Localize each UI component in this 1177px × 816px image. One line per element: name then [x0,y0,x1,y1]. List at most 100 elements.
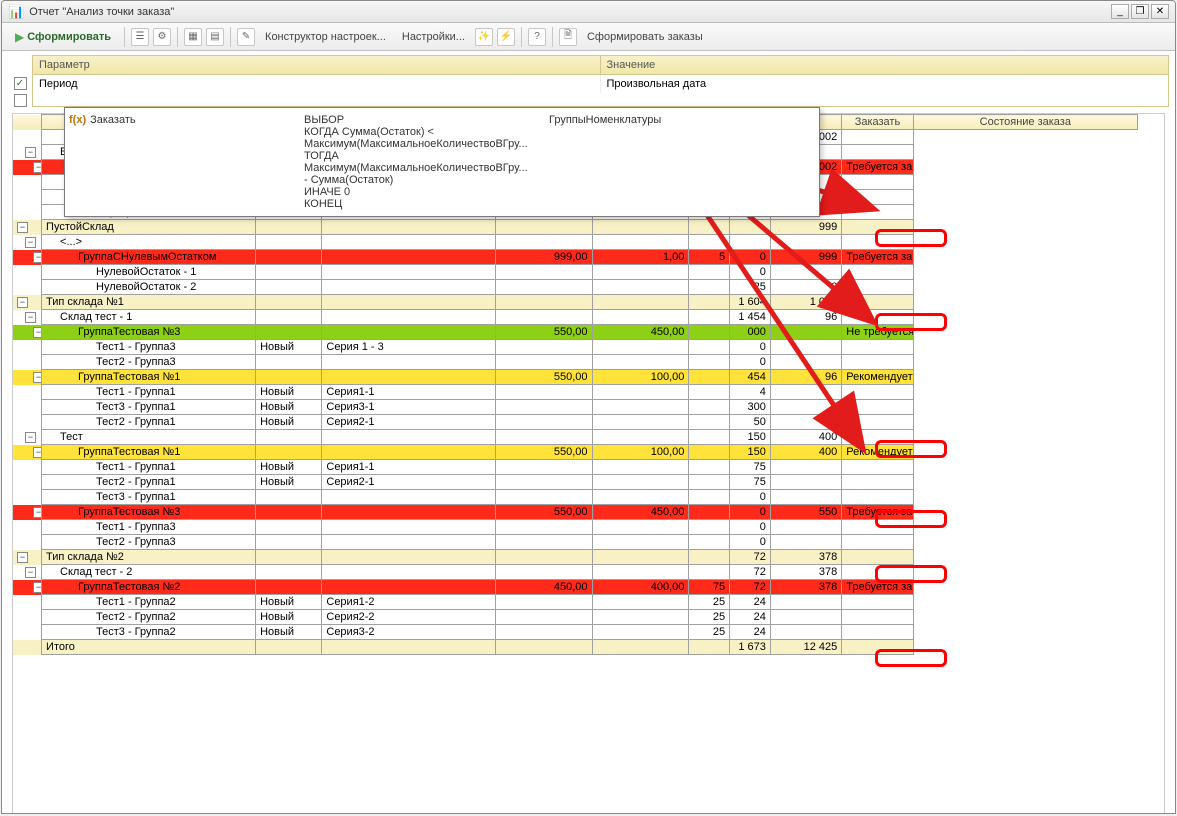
tree-toggle[interactable]: − [33,582,42,593]
generate-report-button[interactable]: ▶ Сформировать [8,27,118,47]
tree-toggle[interactable]: − [17,552,28,563]
cell [842,190,913,205]
table-row[interactable]: Тест1 - Группа1НовыйСерия1-175 [13,460,1138,475]
cell: 0 [730,505,771,520]
minimize-button[interactable]: _ [1111,4,1129,19]
param-header-value: Значение [601,56,1169,75]
cell: Серия2-2 [322,610,495,625]
table-row[interactable]: −Склад тест - 272378 [13,565,1138,580]
tree-toggle[interactable]: − [33,447,42,458]
constructor-button[interactable]: Конструктор настроек... [259,29,392,45]
table-row[interactable]: НулевойОстаток - 2250 [13,280,1138,295]
table-icon[interactable]: ▦ [184,28,202,46]
param-check-2[interactable] [14,94,27,107]
tree-toggle[interactable]: − [33,162,42,173]
table-row[interactable]: −ГруппаТестовая №3550,00450,00000Не треб… [13,325,1138,340]
table-row[interactable]: Тест2 - Группа30 [13,355,1138,370]
table-row[interactable]: −ГруппаТестовая №3550,00450,000550Требуе… [13,505,1138,520]
report-body[interactable]: аток Заказать Состояние заказа -310 002−… [12,113,1165,814]
cell [730,235,771,250]
table-row[interactable]: −ГруппаСНулевымОстатком999,001,0050999Тр… [13,250,1138,265]
cell [495,490,592,505]
tree-toggle[interactable]: − [17,297,28,308]
document-icon[interactable]: 🗎 [559,28,577,46]
cell [495,460,592,475]
cell: Серия2-1 [322,475,495,490]
tree-toggle[interactable]: − [25,567,36,578]
table-row[interactable]: Тест1 - Группа2НовыйСерия1-22524 [13,595,1138,610]
maximize-button[interactable]: ❐ [1131,4,1149,19]
settings-constructor-icon[interactable]: ✎ [237,28,255,46]
cell: 100,00 [592,445,689,460]
gear-icon[interactable]: ⚙ [153,28,171,46]
cell: Тип склада №2 [42,550,256,565]
generate-orders-button[interactable]: Сформировать заказы [581,29,709,45]
cell [322,445,495,460]
table-row[interactable]: −ГруппаТестовая №1550,00100,0045496Реком… [13,370,1138,385]
table-row[interactable]: −ГруппаТестовая №1550,00100,00150400Реко… [13,445,1138,460]
cell: 25 [689,595,730,610]
cell [592,565,689,580]
table-row[interactable]: Тест2 - Группа30 [13,535,1138,550]
cell: 0 [730,340,771,355]
table-row[interactable]: −Тест150400 [13,430,1138,445]
table-row[interactable]: −ГруппаТестовая №2450,00400,007572378Тре… [13,580,1138,595]
settings-button[interactable]: Настройки... [396,29,471,45]
cell: Тест1 - Группа1 [42,385,256,400]
table-row[interactable]: −ПустойСклад999 [13,220,1138,235]
tree-toggle[interactable]: − [25,432,36,443]
table-row[interactable]: −Тип склада №11 6041 046 [13,295,1138,310]
table-row[interactable]: Тест2 - Группа2НовыйСерия2-22524 [13,610,1138,625]
tree-toggle[interactable]: − [33,327,42,338]
param-value-period[interactable]: Произвольная дата [607,78,707,90]
list-icon[interactable]: ☰ [131,28,149,46]
cell [689,505,730,520]
fx-icon: f(x) [69,114,86,126]
cell [842,475,913,490]
tree-toggle[interactable]: − [33,507,42,518]
cell: 0 [770,280,841,295]
table-row[interactable]: −<...> [13,235,1138,250]
tree-toggle[interactable]: − [33,252,42,263]
param-check-period[interactable] [14,77,27,90]
close-button[interactable]: ✕ [1151,4,1169,19]
lightning-icon[interactable]: ⚡ [497,28,515,46]
table-row[interactable]: Тест1 - Группа30 [13,520,1138,535]
table-row[interactable]: Тест1 - Группа1НовыйСерия1-14 [13,385,1138,400]
table-row[interactable]: Тест3 - Группа10 [13,490,1138,505]
tree-toggle[interactable]: − [25,147,36,158]
cell [592,265,689,280]
table-row[interactable]: Тест1 - Группа3НовыйСерия 1 - 30 [13,340,1138,355]
cell [842,610,913,625]
cell: Тест2 - Группа2 [42,610,256,625]
cell: 25 [730,280,771,295]
cell: Итого [42,640,256,655]
tree-toggle[interactable]: − [25,312,36,323]
table-row[interactable]: НулевойОстаток - 10 [13,265,1138,280]
generate-report-label: Сформировать [27,31,111,43]
table-row[interactable]: Тест3 - Группа1НовыйСерия3-1300 [13,400,1138,415]
tree-toggle[interactable]: − [33,372,42,383]
table-row[interactable]: Тест3 - Группа2НовыйСерия3-22524 [13,625,1138,640]
table-row[interactable]: Тест2 - Группа1НовыйСерия2-175 [13,475,1138,490]
table-row[interactable]: −Склад тест - 11 45496 [13,310,1138,325]
cell [256,520,322,535]
table-row[interactable]: −Тип склада №272378 [13,550,1138,565]
cell: 24 [730,625,771,640]
cell: Серия2-1 [322,415,495,430]
tree-toggle[interactable]: − [17,222,28,233]
table-row[interactable]: Тест2 - Группа1НовыйСерия2-150 [13,415,1138,430]
help-icon[interactable]: ? [528,28,546,46]
cell [770,265,841,280]
cell: Новый [256,460,322,475]
cell: 75 [730,460,771,475]
cell: ПустойСклад [42,220,256,235]
cell: Новый [256,625,322,640]
tree-toggle[interactable]: − [25,237,36,248]
table-row[interactable]: Итого1 67312 425 [13,640,1138,655]
wand-icon[interactable]: ✨ [475,28,493,46]
cell: Новый [256,400,322,415]
tree-icon[interactable]: ▤ [206,28,224,46]
cell [495,400,592,415]
cell [689,430,730,445]
